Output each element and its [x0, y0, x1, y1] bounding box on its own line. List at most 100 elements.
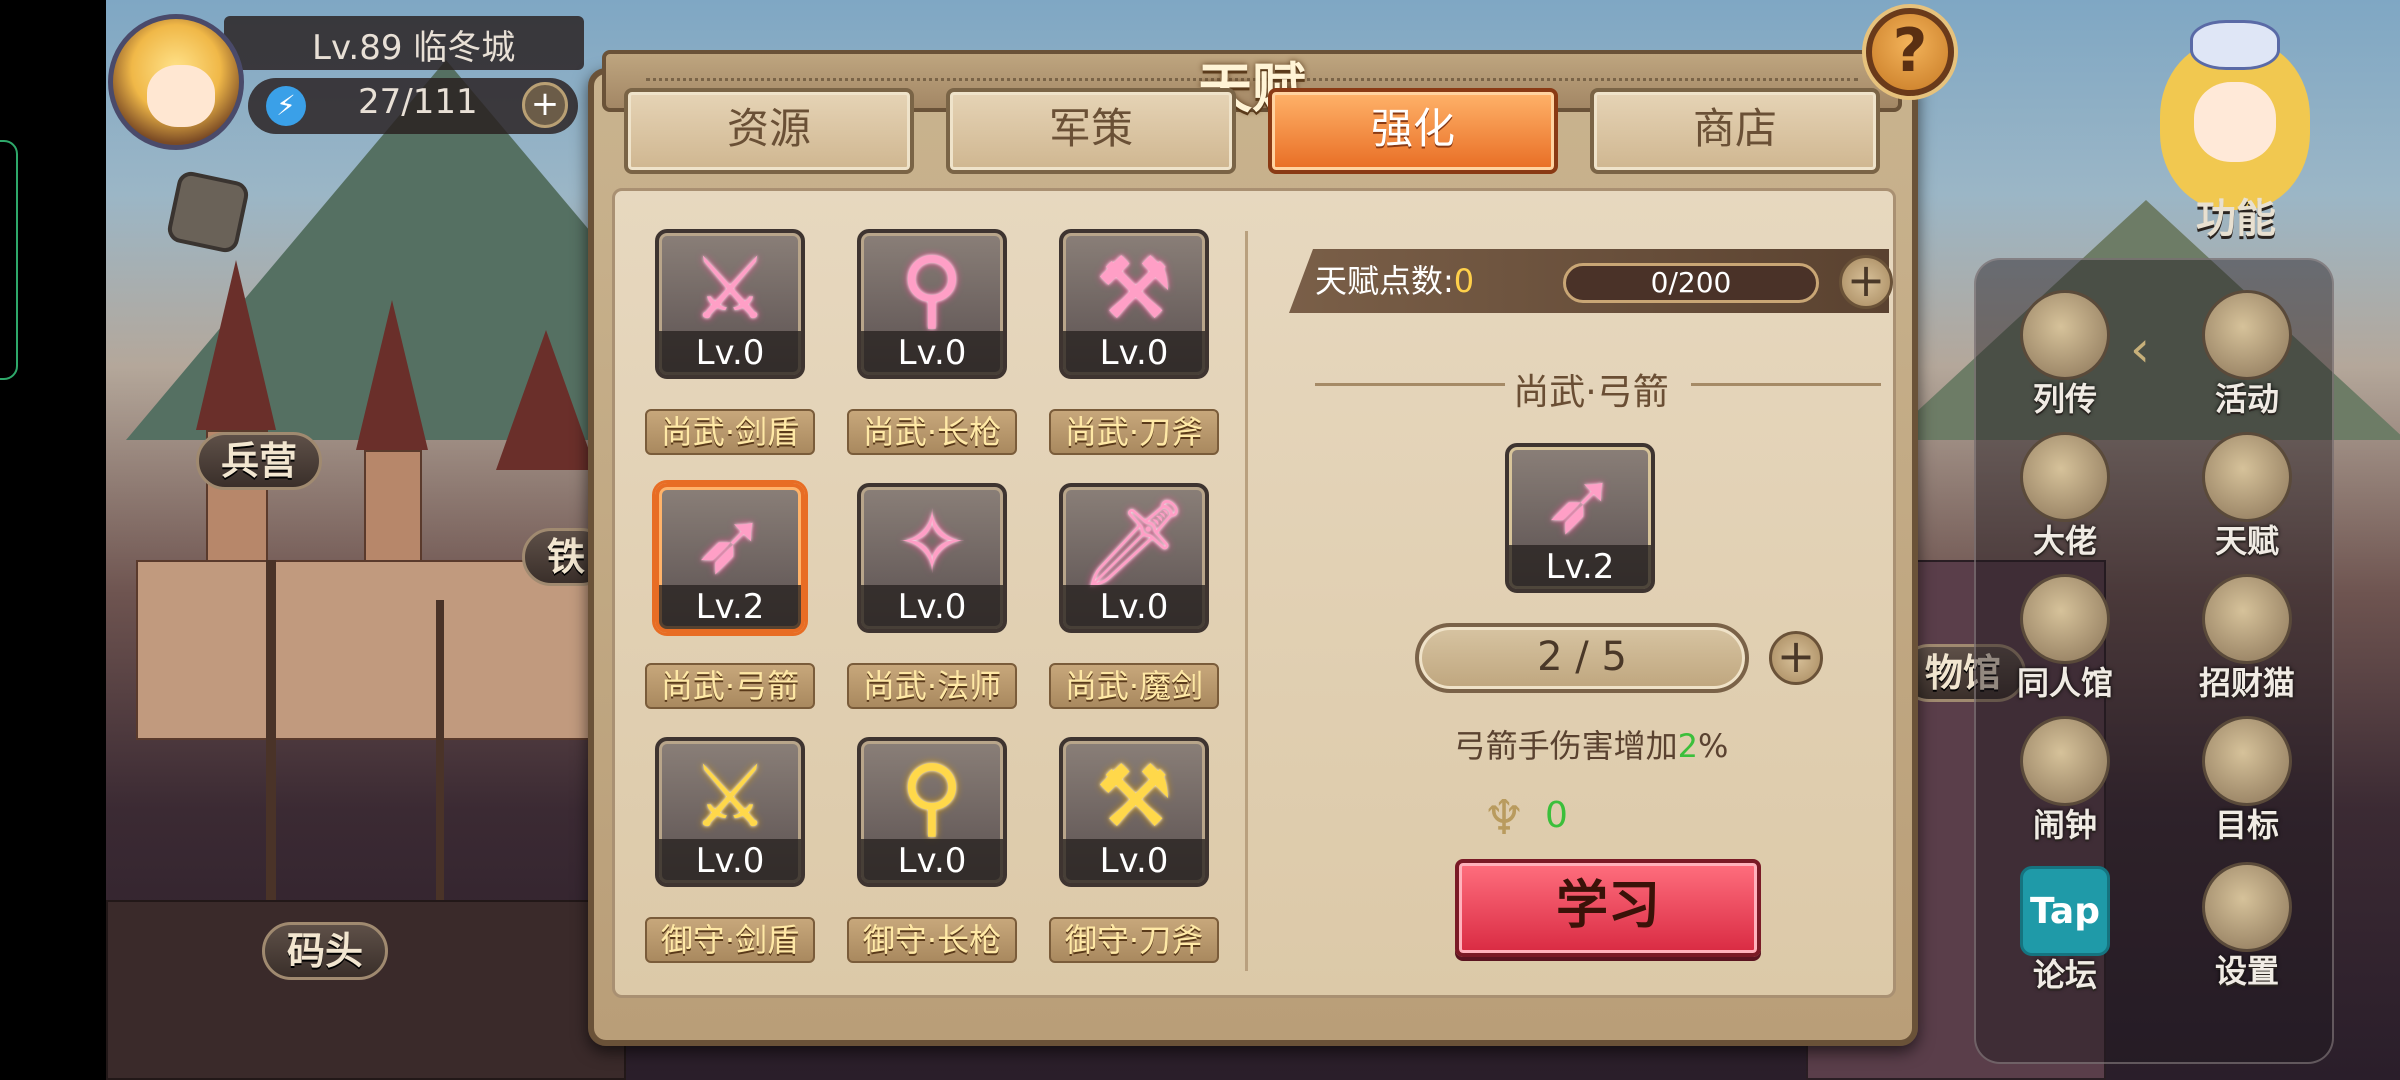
side-item-label: 天赋 [2214, 522, 2279, 560]
player-avatar[interactable] [108, 14, 244, 150]
tab-bar: 资源 军策 强化 商店 [624, 88, 1894, 180]
tower-roof [496, 330, 596, 470]
scroll-icon [2020, 290, 2110, 380]
player-level-bar: Lv.89 临冬城 [224, 16, 584, 70]
sword-shield-icon: ⚔ Lv.0 [655, 229, 805, 379]
talent-points-label: 天赋点数:0 [1315, 253, 1474, 309]
talent-name: 尚武·刀斧 [1049, 409, 1219, 455]
side-item-bigshot[interactable]: 大佬 [1990, 432, 2140, 562]
side-item-goals[interactable]: 目标 [2172, 716, 2322, 846]
side-item-label: 目标 [2214, 806, 2279, 844]
defense-glyph: ⚲ [900, 747, 964, 847]
staff-icon: ✧ Lv.0 [857, 483, 1007, 633]
side-item-biography[interactable]: 列传 [1990, 290, 2140, 420]
side-item-label: 招财猫 [2198, 664, 2295, 702]
attack-glyph: ⚔ [691, 239, 769, 339]
talent-level: Lv.0 [861, 839, 1003, 883]
talent-name: 尚武·弓箭 [645, 663, 815, 709]
increase-level-button[interactable]: + [1769, 631, 1823, 685]
side-item-label: 设置 [2214, 952, 2279, 990]
attack-glyph: ➶ [693, 493, 767, 593]
talent-name: 尚武·魔剑 [1049, 663, 1219, 709]
attack-glyph: 🗡 [1079, 494, 1189, 594]
side-item-label: 论坛 [2032, 956, 2097, 994]
add-talent-points-button[interactable]: + [1839, 255, 1893, 309]
talent-level: Lv.0 [659, 331, 801, 375]
lucky-cat-icon [2202, 574, 2292, 664]
mascot-face [2194, 82, 2276, 162]
side-item-fan-hall[interactable]: 同人馆 [1990, 574, 2140, 704]
talent-name: 尚武·剑盾 [645, 409, 815, 455]
attack-glyph: ➶ [1543, 453, 1617, 553]
barracks-label[interactable]: 兵营 [196, 432, 323, 490]
attack-glyph: ⚲ [900, 239, 964, 339]
side-item-label: 大佬 [2032, 522, 2097, 560]
crest-icon [2202, 432, 2292, 522]
talent-level: Lv.0 [861, 331, 1003, 375]
learn-cost-value: 0 [1545, 795, 1568, 836]
axe-icon: ⚒ Lv.0 [1059, 229, 1209, 379]
tab-enhance[interactable]: 强化 [1268, 88, 1558, 174]
mail-book-icon[interactable] [165, 169, 251, 255]
desc-prefix: 弓箭手伤害增加 [1453, 727, 1678, 765]
talent-level: Lv.0 [1063, 839, 1205, 883]
side-item-label: 列传 [2032, 380, 2097, 418]
talent-window: 天赋 ? 资源 军策 强化 商店 ⚔ Lv.0 尚武·剑盾 ⚲ Lv.0 尚武·长枪… [588, 8, 1954, 1046]
gear-icon [2202, 862, 2292, 952]
side-item-talent[interactable]: 天赋 [2172, 432, 2322, 562]
tab-resources[interactable]: 资源 [624, 88, 914, 174]
side-item-label: 同人馆 [2016, 664, 2113, 702]
talent-level: Lv.0 [861, 585, 1003, 629]
tab-shop[interactable]: 商店 [1590, 88, 1880, 174]
dock-label[interactable]: 码头 [262, 922, 389, 980]
function-label[interactable]: 功能 [2196, 186, 2276, 244]
player-level-text: Lv.89 临冬城 [312, 28, 516, 68]
talent-content-panel: ⚔ Lv.0 尚武·剑盾 ⚲ Lv.0 尚武·长枪 ⚒ Lv.0 尚武·刀斧 ➶ Lv.… [612, 188, 1896, 998]
target-board-icon [2202, 716, 2292, 806]
add-energy-button[interactable]: + [522, 82, 568, 128]
selected-talent-name: 尚武·弓箭 [1513, 372, 1669, 413]
building-wall [136, 560, 606, 740]
rank-wings-icon: ♆ [1482, 790, 1526, 846]
edge-indicator [0, 140, 18, 380]
spear-icon: ⚲ Lv.0 [857, 229, 1007, 379]
talent-description: 弓箭手伤害增加2% [1291, 721, 1891, 767]
talent-name: 尚武·长枪 [847, 409, 1017, 455]
talent-level: Lv.2 [659, 585, 801, 629]
lightning-icon: ⚡ [266, 86, 306, 126]
bow-icon: ➶ Lv.2 [655, 483, 805, 633]
talent-points-text: 天赋点数: [1315, 262, 1454, 300]
side-item-forum[interactable]: Tap 论坛 [1990, 866, 2140, 996]
sword-shield-icon: ⚔ Lv.0 [655, 737, 805, 887]
mascot-bow [2190, 20, 2280, 70]
star-badge-icon [2202, 290, 2292, 380]
tab-strategy[interactable]: 军策 [946, 88, 1236, 174]
desc-value: 2 [1677, 727, 1698, 765]
panel-divider [1245, 231, 1248, 971]
desc-suffix: % [1697, 727, 1729, 765]
talent-points-progress: 0/200 [1563, 263, 1819, 303]
defense-glyph: ⚔ [691, 747, 769, 847]
screen-edge [0, 0, 106, 1080]
help-button[interactable]: ? [1866, 8, 1954, 96]
side-item-events[interactable]: 活动 [2172, 290, 2322, 420]
attack-glyph: ⚒ [1095, 239, 1173, 339]
talent-level: Lv.0 [659, 839, 801, 883]
learn-button[interactable]: 学习 [1455, 859, 1761, 957]
side-item-label: 闹钟 [2032, 806, 2097, 844]
spear-icon: ⚲ Lv.0 [857, 737, 1007, 887]
trophy-icon [2020, 432, 2110, 522]
talent-name: 御守·剑盾 [645, 917, 815, 963]
side-item-lucky-cat[interactable]: 招财猫 [2172, 574, 2322, 704]
side-item-alarm[interactable]: 闹钟 [1990, 716, 2140, 846]
selected-talent-level: Lv.2 [1509, 545, 1651, 589]
castle-icon [2020, 574, 2110, 664]
clock-icon [2020, 716, 2110, 806]
energy-bar: ⚡ 27/111 + [248, 78, 578, 134]
defense-glyph: ⚒ [1095, 747, 1173, 847]
bow-icon: ➶ Lv.2 [1505, 443, 1655, 593]
avatar-face [147, 65, 215, 127]
talent-name: 御守·长枪 [847, 917, 1017, 963]
side-item-label: 活动 [2214, 380, 2279, 418]
side-item-settings[interactable]: 设置 [2172, 862, 2322, 992]
